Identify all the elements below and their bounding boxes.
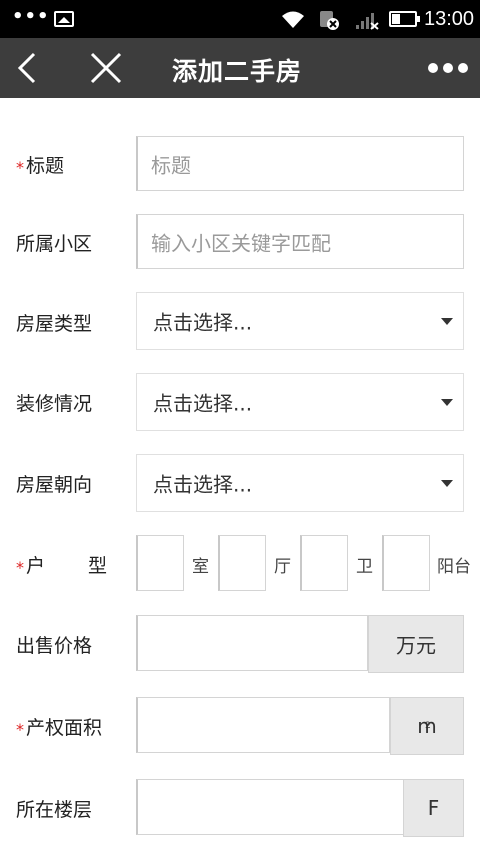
balcony-unit: 阳台 (437, 557, 471, 577)
price-input[interactable] (136, 615, 368, 671)
page-title: 添加二手房 (172, 57, 303, 86)
bath-unit: 卫 (356, 557, 373, 577)
community-label: 所属小区 (16, 233, 93, 255)
house-type-value: 点击选择... (153, 310, 253, 335)
hall-unit: 厅 (274, 557, 291, 577)
chevron-down-icon (441, 399, 453, 406)
area-unit: m2 (390, 697, 464, 755)
title-label-text: 标题 (26, 155, 65, 177)
community-input[interactable]: 输入小区关键字匹配 (136, 214, 464, 269)
nav-bar: 添加二手房 (0, 38, 480, 98)
chevron-left-icon[interactable] (10, 48, 50, 88)
price-unit-text: 万元 (396, 633, 436, 658)
room-count-input[interactable] (136, 535, 184, 591)
chevron-down-icon (441, 480, 453, 487)
title-label: * 标题 (16, 151, 64, 178)
close-icon[interactable] (86, 48, 126, 88)
house-type-label: 房屋类型 (16, 313, 93, 335)
orientation-label: 房屋朝向 (16, 474, 93, 496)
wifi-icon (282, 11, 304, 28)
decoration-select[interactable]: 点击选择... (136, 373, 464, 431)
more-horizontal-icon[interactable] (426, 48, 470, 88)
required-mark: * (16, 558, 24, 577)
layout-label: * 户 型 (16, 551, 107, 578)
floor-label: 所在楼层 (16, 799, 93, 821)
battery-icon (389, 11, 420, 27)
floor-input[interactable] (136, 779, 404, 835)
clock: 13:00 (424, 8, 475, 30)
floor-unit-text: F (427, 796, 440, 820)
room-unit: 室 (192, 557, 209, 577)
title-placeholder: 标题 (151, 153, 191, 177)
layout-label-a: 户 (26, 555, 46, 577)
layout-label-b: 型 (88, 555, 108, 577)
decoration-label: 装修情况 (16, 393, 93, 415)
decoration-value: 点击选择... (153, 391, 253, 416)
orientation-value: 点击选择... (153, 472, 253, 497)
hall-count-input[interactable] (218, 535, 266, 591)
area-label-text: 产权面积 (26, 717, 103, 739)
bath-count-input[interactable] (300, 535, 348, 591)
status-bar: ••• 13:00 (0, 0, 480, 38)
chevron-down-icon (441, 318, 453, 325)
house-type-select[interactable]: 点击选择... (136, 292, 464, 350)
orientation-select[interactable]: 点击选择... (136, 454, 464, 512)
area-label: * 产权面积 (16, 713, 102, 740)
notification-dots: ••• (12, 6, 50, 27)
floor-unit: F (403, 779, 464, 837)
price-unit: 万元 (368, 615, 464, 673)
image-icon (54, 11, 74, 27)
area-unit-sup: 2 (425, 721, 431, 731)
signal-icon (356, 13, 379, 30)
area-input[interactable] (136, 697, 390, 753)
balcony-count-input[interactable] (382, 535, 430, 591)
price-label: 出售价格 (16, 635, 93, 657)
required-mark: * (16, 158, 24, 177)
title-input[interactable]: 标题 (136, 136, 464, 191)
required-mark: * (16, 720, 24, 739)
community-placeholder: 输入小区关键字匹配 (151, 231, 331, 255)
sim-icon (320, 11, 339, 30)
